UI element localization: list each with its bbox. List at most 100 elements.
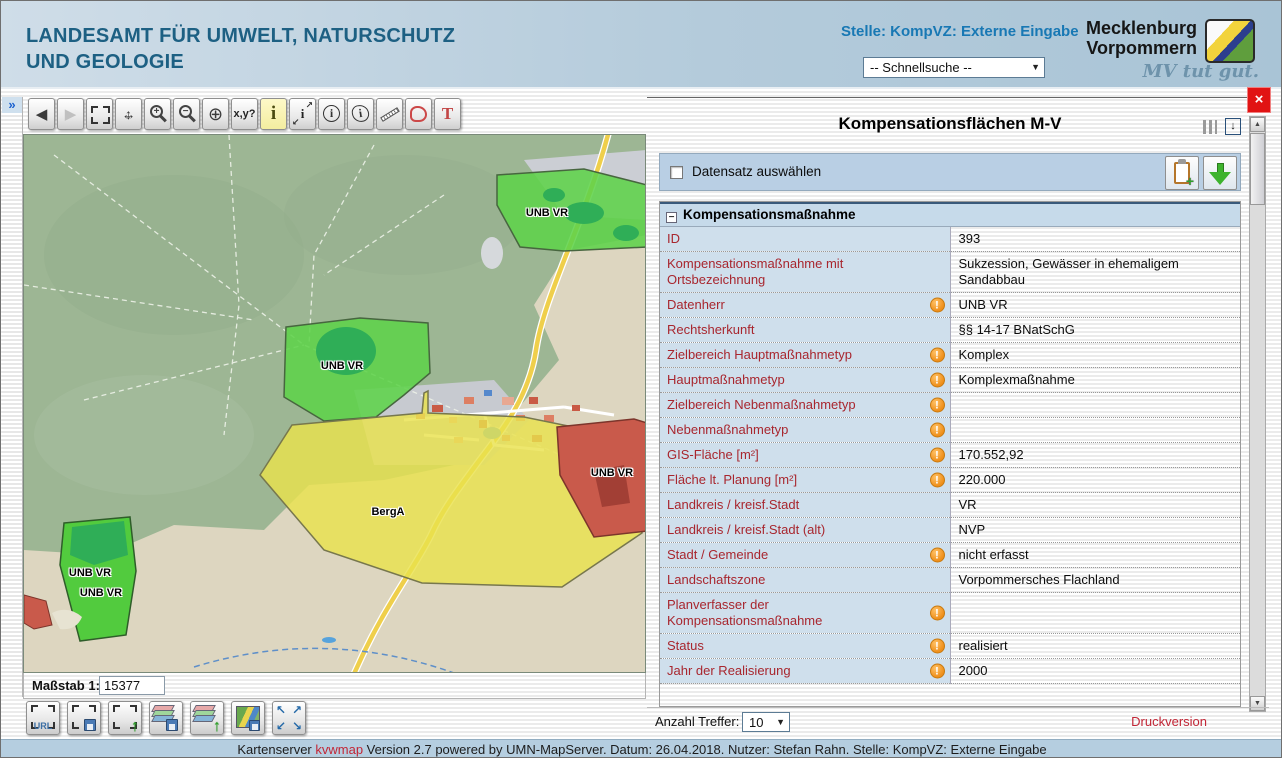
measure-button[interactable] (376, 98, 403, 130)
info-window-button[interactable]: ↗↙i (289, 98, 316, 130)
agency-title: LANDESAMT FÜR UMWELT, NATURSCHUTZ UND GE… (26, 23, 455, 75)
map-feature-label: UNB VR (591, 467, 633, 479)
scale-bar: Maßstab 1: (23, 673, 646, 699)
select-record-checkbox[interactable] (670, 166, 683, 179)
download-button[interactable] (1203, 156, 1237, 190)
extent-url-button[interactable]: URL (26, 701, 60, 735)
new-record-button[interactable]: + (1165, 156, 1199, 190)
warning-icon[interactable]: ! (930, 423, 945, 438)
max-extent-button[interactable]: ↖↗↙↘ (272, 701, 306, 735)
table-row: Nebenmaßnahmetyp! (660, 418, 1240, 443)
zoom-out-button[interactable]: − (173, 98, 200, 130)
field-value: 2000 (950, 659, 1240, 684)
warning-icon[interactable]: ! (930, 473, 945, 488)
warning-icon[interactable]: ! (930, 548, 945, 563)
field-label: Nebenmaßnahmetyp! (660, 418, 950, 443)
app-header: LANDESAMT FÜR UMWELT, NATURSCHUTZ UND GE… (1, 1, 1282, 89)
map-feature-label: UNB VR (526, 207, 568, 219)
status-footer: Kartenserver kvwmap Version 2.7 powered … (1, 739, 1282, 758)
back-button[interactable]: ◀ (28, 98, 55, 130)
hits-select[interactable]: 10 ▼ (742, 712, 790, 732)
table-row: GIS-Fläche [m²]!170.552,92 (660, 443, 1240, 468)
panel-scrollbar[interactable]: ▲ ▼ (1249, 116, 1266, 712)
map-feature-label: UNB VR (321, 360, 363, 372)
scale-label: Maßstab 1: (32, 678, 100, 693)
field-value: 220.000 (950, 468, 1240, 493)
quick-search-value: -- Schnellsuche -- (870, 60, 972, 75)
xy-query-button[interactable]: x,y? (231, 98, 258, 130)
field-label: Kompensationsmaßnahme mit Ortsbezeichnun… (660, 252, 950, 293)
field-label: Landkreis / kreisf.Stadt (660, 493, 950, 518)
hits-label: Anzahl Treffer: (655, 714, 739, 729)
table-row: Hauptmaßnahmetyp!Komplexmaßnahme (660, 368, 1240, 393)
table-row: Datenherr!UNB VR (660, 293, 1240, 318)
save-extent-button[interactable] (67, 701, 101, 735)
field-value: 393 (950, 227, 1240, 252)
forward-button[interactable]: ▶ (57, 98, 84, 130)
field-value (950, 418, 1240, 443)
table-row: Stadt / Gemeinde!nicht erfasst (660, 543, 1240, 568)
field-value: VR (950, 493, 1240, 518)
warning-icon[interactable]: ! (930, 448, 945, 463)
print-version-link[interactable]: Druckversion (1131, 714, 1207, 729)
panel-bottom-bar: Anzahl Treffer: 10 ▼ Druckversion (647, 707, 1269, 734)
collapse-icon[interactable]: − (666, 212, 677, 223)
quick-search-select[interactable]: -- Schnellsuche -- ▼ (863, 57, 1045, 78)
field-label: Zielbereich Hauptmaßnahmetyp! (660, 343, 950, 368)
pan-button[interactable]: ↔↕ (115, 98, 142, 130)
close-icon[interactable]: × (1247, 87, 1271, 113)
map-canvas[interactable]: UNB VRUNB VRUNB VRBergAUNB VRUNB VR (23, 134, 646, 673)
warning-icon[interactable]: ! (930, 348, 945, 363)
table-row: Status!realisiert (660, 634, 1240, 659)
table-row: Landkreis / kreisf.StadtVR (660, 493, 1240, 518)
field-value: Komplexmaßnahme (950, 368, 1240, 393)
hits-value: 10 (749, 715, 763, 730)
field-label: Status! (660, 634, 950, 659)
kvwmap-application: LANDESAMT FÜR UMWELT, NATURSCHUTZ UND GE… (0, 0, 1282, 758)
scale-input[interactable] (99, 676, 165, 695)
info-area-button[interactable]: i (347, 98, 374, 130)
map-tools-bar: URL ↑ ↑ ↖↗↙↘ (26, 701, 306, 735)
sidebar-expand-button[interactable]: » (2, 97, 22, 113)
field-value: realisiert (950, 634, 1240, 659)
field-label: Stadt / Gemeinde! (660, 543, 950, 568)
map-feature-label: UNB VR (69, 567, 111, 579)
field-value: Sukzession, Gewässer in ehemaligem Sanda… (950, 252, 1240, 293)
field-label: Fläche lt. Planung [m²]! (660, 468, 950, 493)
save-layers-button[interactable] (149, 701, 183, 735)
stelle-label: Stelle: KompVZ: Externe Eingabe (841, 23, 1079, 40)
field-value: 170.552,92 (950, 443, 1240, 468)
dock-down-icon[interactable]: ↓ (1225, 118, 1241, 135)
center-button[interactable]: ⊕ (202, 98, 229, 130)
scrollbar-thumb[interactable] (1250, 133, 1265, 205)
full-extent-button[interactable] (86, 98, 113, 130)
scroll-up-icon[interactable]: ▲ (1250, 117, 1265, 132)
plus-icon: + (1186, 175, 1194, 187)
panel-title: Kompensationsflächen M-V (659, 114, 1241, 134)
warning-icon[interactable]: ! (930, 298, 945, 313)
warning-icon[interactable]: ! (930, 373, 945, 388)
load-extent-button[interactable]: ↑ (108, 701, 142, 735)
warning-icon[interactable]: ! (930, 606, 945, 621)
field-value (950, 393, 1240, 418)
add-text-button[interactable]: T (434, 98, 461, 130)
info-button[interactable]: i (260, 98, 287, 130)
warning-icon[interactable]: ! (930, 664, 945, 679)
kvwmap-link[interactable]: kvwmap (315, 742, 363, 757)
columns-icon[interactable] (1203, 120, 1217, 134)
warning-icon[interactable]: ! (930, 639, 945, 654)
draw-polygon-button[interactable] (405, 98, 432, 130)
table-row: Zielbereich Hauptmaßnahmetyp!Komplex (660, 343, 1240, 368)
field-label: Landschaftszone (660, 568, 950, 593)
load-layers-button[interactable]: ↑ (190, 701, 224, 735)
save-map-image-button[interactable] (231, 701, 265, 735)
mv-logo-icon (1205, 19, 1255, 63)
table-row: Planverfasser der Kompensationsmaßnahme! (660, 593, 1240, 634)
attribute-panel: × Kompensationsflächen M-V ↓ Datensatz a… (647, 89, 1282, 739)
field-label: Jahr der Realisierung! (660, 659, 950, 684)
attribute-table: −Kompensationsmaßnahme ID393Kompensation… (659, 201, 1241, 707)
zoom-in-button[interactable]: + (144, 98, 171, 130)
warning-icon[interactable]: ! (930, 398, 945, 413)
field-value: Vorpommersches Flachland (950, 568, 1240, 593)
info-circle-button[interactable]: i (318, 98, 345, 130)
